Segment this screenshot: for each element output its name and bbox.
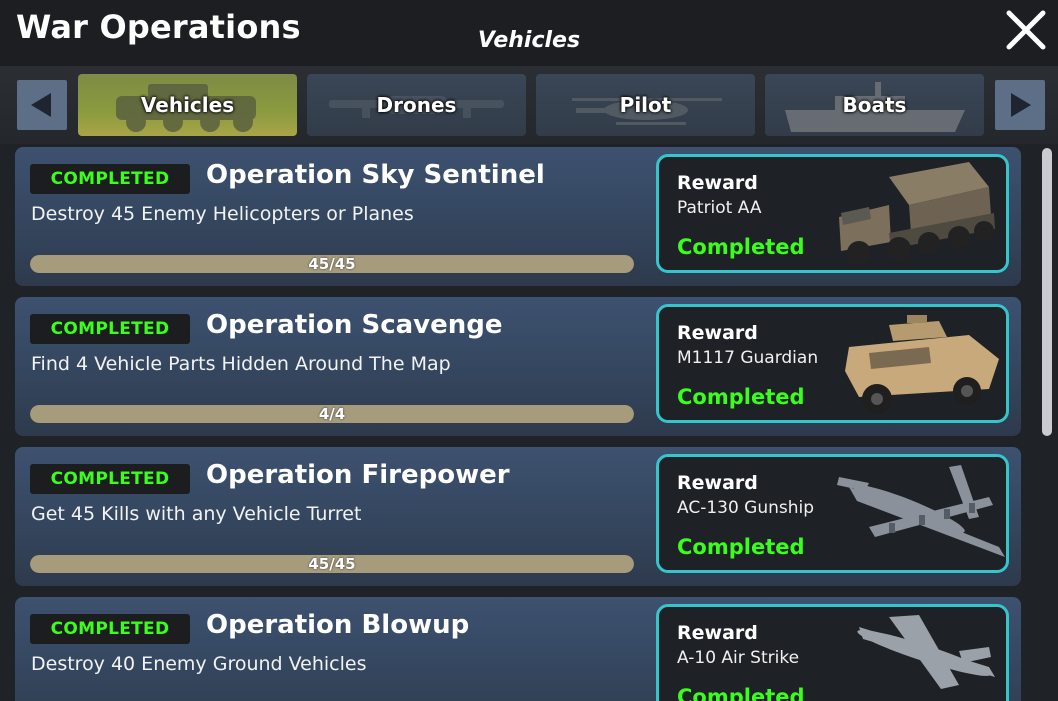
reward-panel: Reward M1117 Guardian Completed	[656, 304, 1009, 423]
operation-card: COMPLETED Operation Scavenge Find 4 Vehi…	[15, 297, 1021, 436]
reward-status: Completed	[677, 685, 805, 701]
operation-description: Get 45 Kills with any Vehicle Turret	[31, 503, 362, 525]
status-badge: COMPLETED	[30, 164, 190, 194]
ac130-gunship-image	[837, 465, 1005, 557]
category-tab-bar: Vehicles Drones Pilot Boats	[0, 66, 1058, 144]
m1117-armored-car-image	[845, 315, 999, 414]
operation-title: Operation Blowup	[206, 610, 470, 640]
tab-boats[interactable]: Boats	[765, 74, 984, 136]
operation-card: COMPLETED Operation Firepower Get 45 Kil…	[15, 447, 1021, 586]
reward-label: Reward	[677, 322, 758, 344]
reward-status: Completed	[677, 535, 805, 559]
tab-pilot[interactable]: Pilot	[536, 74, 755, 136]
reward-status: Completed	[677, 235, 805, 259]
reward-label: Reward	[677, 622, 758, 644]
reward-item-name: M1117 Guardian	[677, 348, 819, 368]
progress-bar: 45/45	[30, 255, 634, 273]
scrollbar-thumb[interactable]	[1042, 148, 1052, 436]
reward-item-name: A-10 Air Strike	[677, 648, 800, 668]
header-bar: War Operations Vehicles	[0, 0, 1058, 66]
patriot-aa-truck-image	[839, 162, 995, 265]
status-badge: COMPLETED	[30, 314, 190, 344]
reward-item-name: Patriot AA	[677, 198, 762, 218]
operation-description: Destroy 45 Enemy Helicopters or Planes	[31, 203, 414, 225]
operation-title: Operation Sky Sentinel	[206, 160, 545, 190]
tab-drones[interactable]: Drones	[307, 74, 526, 136]
operation-description: Find 4 Vehicle Parts Hidden Around The M…	[31, 353, 451, 375]
progress-bar: 45/45	[30, 555, 634, 573]
progress-text: 4/4	[318, 405, 346, 423]
next-category-button[interactable]	[995, 80, 1045, 130]
arrow-right-icon	[1011, 93, 1031, 117]
reward-panel: Reward Patriot AA Completed	[656, 154, 1009, 273]
operations-list[interactable]: COMPLETED Operation Sky Sentinel Destroy…	[0, 144, 1058, 701]
tab-vehicles[interactable]: Vehicles	[78, 74, 297, 136]
operation-card: COMPLETED Operation Sky Sentinel Destroy…	[15, 147, 1021, 286]
status-badge: COMPLETED	[30, 464, 190, 494]
close-button[interactable]	[1000, 4, 1052, 56]
progress-bar: 4/4	[30, 405, 634, 423]
reward-panel: Reward AC-130 Gunship Completed	[656, 454, 1009, 573]
section-title: Vehicles	[477, 28, 581, 53]
reward-item-name: AC-130 Gunship	[677, 498, 815, 518]
close-icon	[1006, 10, 1046, 50]
operation-description: Destroy 40 Enemy Ground Vehicles	[31, 653, 367, 675]
reward-label: Reward	[677, 172, 758, 194]
operation-card: COMPLETED Operation Blowup Destroy 40 En…	[15, 597, 1021, 701]
tab-label: Pilot	[619, 93, 672, 117]
operation-title: Operation Scavenge	[206, 310, 503, 340]
reward-label: Reward	[677, 472, 758, 494]
progress-text: 45/45	[308, 555, 356, 573]
status-badge: COMPLETED	[30, 614, 190, 644]
tab-label: Vehicles	[140, 93, 235, 117]
tab-label: Boats	[842, 93, 907, 117]
reward-status: Completed	[677, 385, 805, 409]
tab-label: Drones	[376, 93, 457, 117]
arrow-left-icon	[31, 93, 51, 117]
reward-panel: Reward A-10 Air Strike Completed	[656, 604, 1009, 701]
operation-title: Operation Firepower	[206, 460, 510, 490]
a10-jet-image	[857, 615, 995, 689]
progress-text: 45/45	[308, 255, 356, 273]
prev-category-button[interactable]	[17, 80, 67, 130]
